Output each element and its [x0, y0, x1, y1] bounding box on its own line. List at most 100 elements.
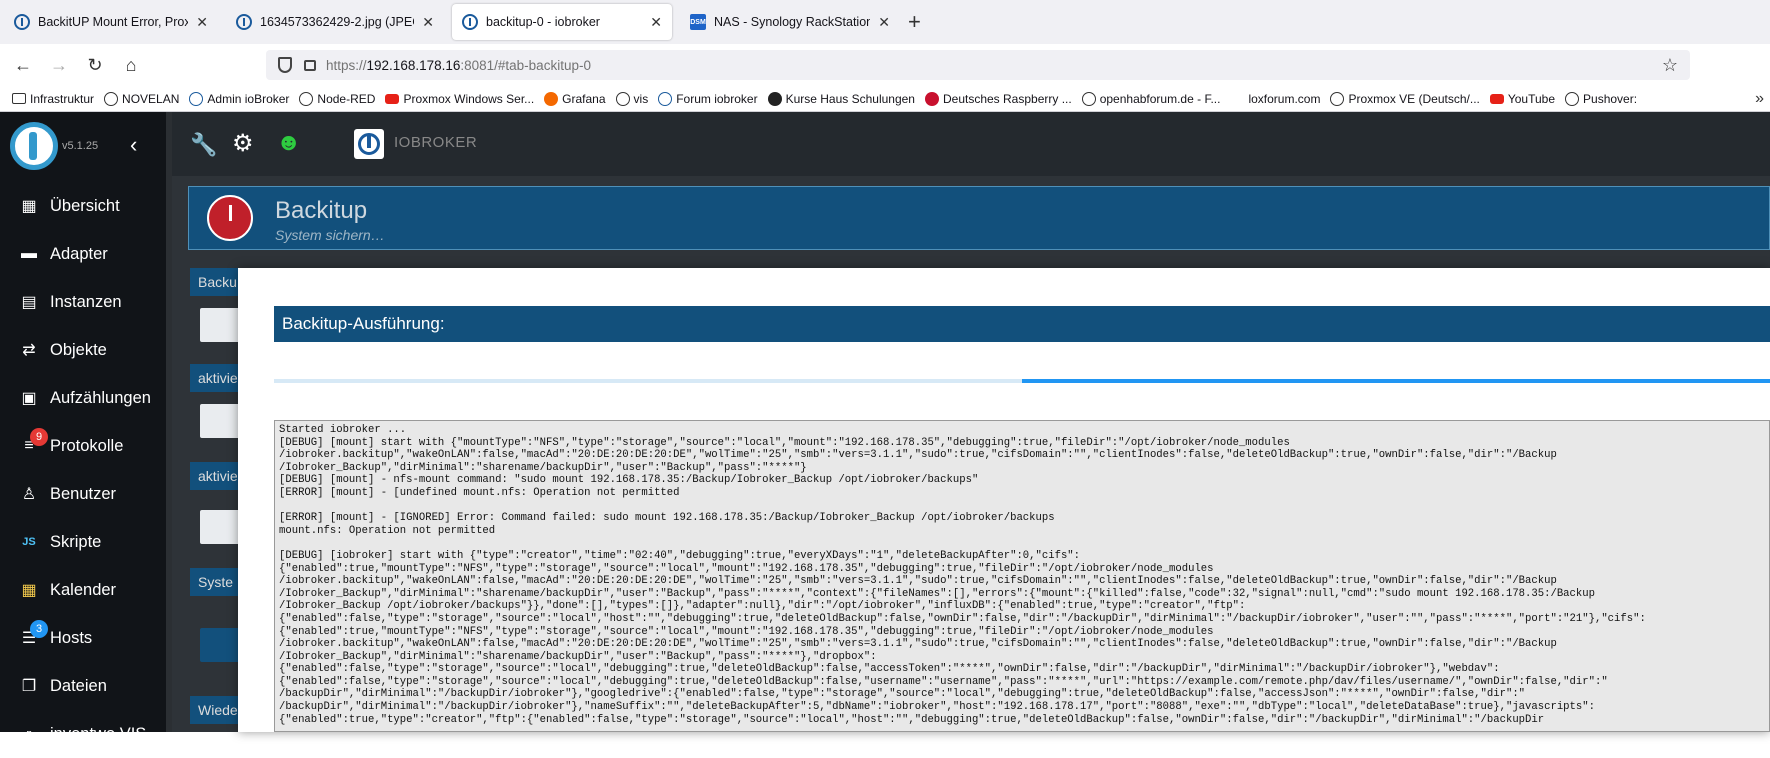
youtube-icon	[385, 93, 400, 104]
sidebar-item-inventwo-vis[interactable]: ▫ inventwo VIS	[0, 710, 172, 758]
bookmark-item[interactable]: Proxmox VE (Deutsch/...	[1330, 91, 1480, 106]
sidebar-item-protokolle[interactable]: ≡ Protokolle 9	[0, 422, 172, 470]
close-icon[interactable]: ✕	[422, 14, 434, 31]
sidebar-item-label: Dateien	[50, 676, 107, 695]
app-title: IOBROKER	[394, 134, 478, 151]
wrench-icon[interactable]: 🔧	[190, 132, 217, 158]
close-icon[interactable]: ✕	[196, 14, 208, 31]
bookmark-item[interactable]: Node-RED	[299, 91, 375, 106]
bookmark-label: Forum iobroker	[676, 91, 758, 106]
collapse-chevron-icon[interactable]: ‹	[130, 132, 137, 158]
back-arrow-icon[interactable]: ←	[10, 52, 36, 78]
bookmark-label: Grafana	[562, 91, 606, 106]
grid-icon: ▦	[21, 198, 37, 215]
bookmarks-overflow-icon[interactable]: »	[1755, 90, 1764, 108]
panel-button[interactable]	[200, 628, 240, 662]
progress-bar-fill	[1022, 379, 1770, 383]
iobroker-logo-icon	[354, 129, 384, 159]
url-text[interactable]: https://192.168.178.16:8081/#tab-backitu…	[326, 58, 591, 73]
sidebar-item-label: Instanzen	[50, 292, 122, 311]
tab-title: NAS - Synology RackStation	[714, 15, 871, 29]
bookmark-label: loxforum.com	[1248, 91, 1321, 106]
bookmark-item[interactable]: Admin ioBroker	[189, 91, 290, 106]
bookmark-label: Proxmox Windows Ser...	[403, 91, 535, 106]
bookmark-item[interactable]: NOVELAN	[104, 91, 179, 106]
sidebar-item-benutzer[interactable]: ♙ Benutzer	[0, 470, 172, 518]
lock-icon[interactable]	[304, 59, 316, 71]
bookmark-item[interactable]: Infrastruktur	[12, 92, 94, 106]
bookmark-item[interactable]: YouTube	[1489, 92, 1555, 106]
bookmark-label: openhabforum.de - F...	[1099, 91, 1221, 106]
iobroker-app-bar: 🔧 ⚙ ☻ IOBROKER	[172, 112, 1770, 176]
sidebar-item-aufzaehlungen[interactable]: ▣ Aufzählungen	[0, 374, 172, 422]
new-tab-button[interactable]: +	[908, 10, 921, 34]
dialog-title: Backitup-Ausführung:	[274, 306, 1770, 342]
gear-icon[interactable]: ⚙	[232, 129, 254, 158]
backup-log-output[interactable]: Started iobroker ... [DEBUG] [mount] sta…	[274, 420, 1770, 732]
sidebar-item-objekte[interactable]: ⇄ Objekte	[0, 326, 172, 374]
sidebar-item-label: inventwo VIS	[50, 724, 147, 743]
panel-button[interactable]	[200, 510, 240, 544]
files-icon: ❐	[21, 678, 37, 695]
bookmark-item[interactable]: Forum iobroker	[658, 91, 758, 106]
panel-button[interactable]	[200, 308, 240, 342]
bookmark-item[interactable]: loxforum.com	[1230, 92, 1320, 106]
version-label: v5.1.25	[62, 140, 99, 152]
user-icon: ♙	[21, 486, 37, 503]
sidebar-item-label: Übersicht	[50, 196, 120, 215]
sidebar-item-instanzen[interactable]: ▤ Instanzen	[0, 278, 172, 326]
close-icon[interactable]: ✕	[650, 14, 662, 31]
sidebar-item-label: Protokolle	[50, 436, 124, 455]
close-icon[interactable]: ✕	[878, 14, 890, 31]
bookmark-item[interactable]: Kurse Haus Schulungen	[767, 91, 915, 106]
tab-title: BackitUP Mount Error, Proxmox	[38, 15, 189, 29]
tab-title: backitup-0 - iobroker	[486, 15, 600, 29]
calendar-icon: ▦	[21, 582, 37, 599]
instances-icon: ▤	[21, 294, 37, 311]
url-host: 192.168.178.16	[366, 57, 461, 73]
sidebar-item-adapter[interactable]: ▬ Adapter	[0, 230, 172, 278]
bookmark-item[interactable]: Pushover:	[1565, 91, 1638, 106]
raspberry-icon	[924, 91, 939, 106]
bookmark-item[interactable]: Deutsches Raspberry ...	[924, 91, 1072, 106]
backup-execution-dialog: Backitup-Ausführung: Started iobroker ..…	[238, 268, 1770, 732]
shield-icon[interactable]	[278, 57, 292, 73]
browser-tab-active[interactable]: backitup-0 - iobroker ✕	[452, 4, 672, 40]
bookmark-star-icon[interactable]: ☆	[1662, 55, 1678, 76]
browser-tab[interactable]: BackitUP Mount Error, Proxmox ✕	[4, 4, 218, 40]
bookmark-label: Admin ioBroker	[207, 91, 290, 106]
sidebar-item-dateien[interactable]: ❐ Dateien	[0, 662, 172, 710]
bookmark-item[interactable]: Proxmox Windows Ser...	[385, 92, 534, 106]
bookmark-item[interactable]: Grafana	[544, 91, 606, 106]
sidebar-item-skripte[interactable]: JS Skripte	[0, 518, 172, 566]
sidebar-item-label: Aufzählungen	[50, 388, 151, 407]
browser-navigation-bar: ← → ↻ ⌂ https://192.168.178.16:8081/#tab…	[0, 44, 1770, 86]
bookmark-label: Infrastruktur	[30, 91, 95, 106]
youtube-icon	[1489, 93, 1504, 104]
globe-icon	[1330, 91, 1345, 106]
notification-badge: 9	[30, 428, 48, 446]
bookmark-item[interactable]: openhabforum.de - F...	[1081, 91, 1221, 106]
sidebar-item-kalender[interactable]: ▦ Kalender	[0, 566, 172, 614]
sidebar-item-hosts[interactable]: ☰ Hosts 3	[0, 614, 172, 662]
browser-tab[interactable]: DSM NAS - Synology RackStation ✕	[680, 4, 900, 40]
sidebar-item-uebersicht[interactable]: ▦ Übersicht	[0, 182, 172, 230]
js-icon: JS	[22, 536, 36, 548]
expert-mode-head-icon[interactable]: ☻	[276, 129, 301, 157]
iobroker-logo[interactable]	[10, 122, 58, 170]
bookmark-label: Pushover:	[1583, 91, 1638, 106]
objects-icon: ⇄	[22, 342, 36, 359]
home-icon[interactable]: ⌂	[118, 52, 144, 78]
sidebar-item-label: Benutzer	[50, 484, 117, 503]
bookmark-label: Kurse Haus Schulungen	[785, 91, 915, 106]
bookmark-item[interactable]: vis	[615, 91, 648, 106]
backup-clock-icon	[207, 195, 253, 241]
url-bar[interactable]: https://192.168.178.16:8081/#tab-backitu…	[266, 50, 1690, 80]
sidebar-item-label: Hosts	[50, 628, 93, 647]
backitup-header: Backitup System sichern…	[188, 186, 1770, 250]
panel-button[interactable]	[200, 404, 240, 438]
globe-icon	[299, 91, 314, 106]
reload-icon[interactable]: ↻	[82, 52, 108, 78]
browser-tab[interactable]: 1634573362429-2.jpg (JPEG-Grafik ✕	[226, 4, 444, 40]
forward-arrow-icon[interactable]: →	[46, 52, 72, 78]
